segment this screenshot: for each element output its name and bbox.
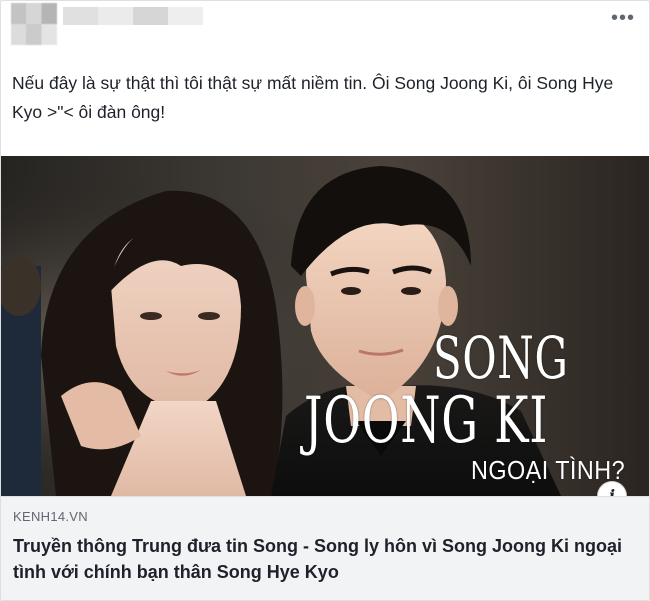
overlay-text-line-2: JOONG KI [304,384,549,458]
overlay-text-line-1: SONG [433,324,569,392]
more-options-button[interactable]: ••• [611,8,635,28]
post-header: ••• [1,1,649,63]
link-domain: KENH14.VN [13,509,88,524]
post-message: Nếu đây là sự thật thì tôi thật sự mất n… [12,73,614,122]
link-title[interactable]: Truyền thông Trung đưa tin Song - Song l… [13,533,633,585]
link-preview-image[interactable]: SONG JOONG KI NGOẠI TÌNH? [1,156,649,496]
blurred-author-name[interactable] [63,7,203,25]
link-preview-caption[interactable]: KENH14.VN Truyền thông Trung đưa tin Son… [1,496,649,600]
blurred-avatar[interactable] [11,3,57,45]
facebook-post-card: ••• Nếu đây là sự thật thì tôi thật sự m… [0,0,650,601]
overlay-text-line-3: NGOẠI TÌNH? [471,455,626,485]
